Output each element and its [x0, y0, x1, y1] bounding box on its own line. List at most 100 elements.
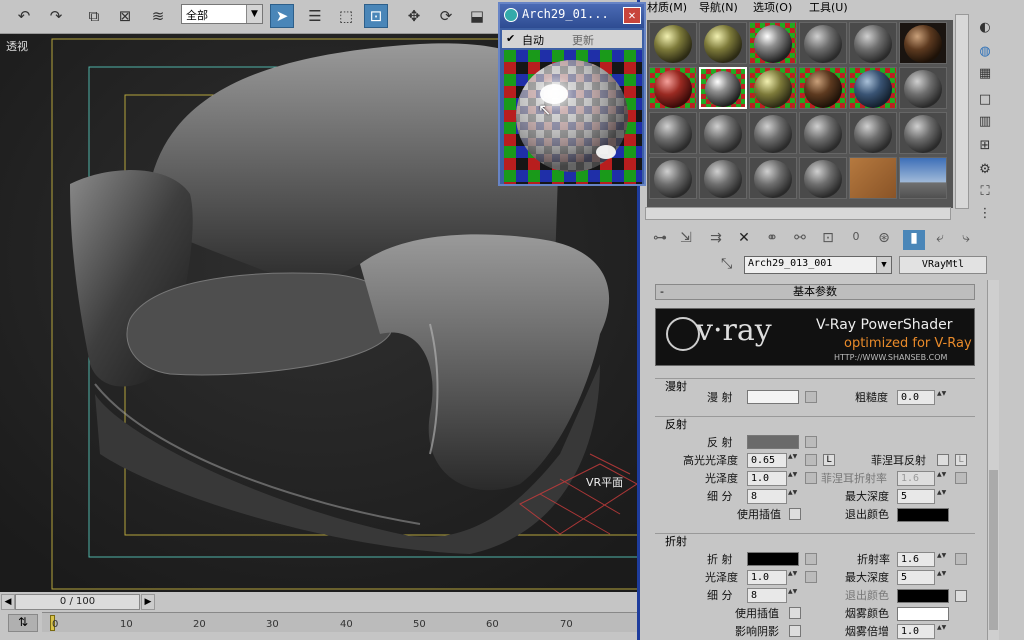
material-slot[interactable]	[849, 67, 897, 109]
link-icon[interactable]: ⧉	[82, 4, 106, 28]
params-scrollbar[interactable]	[987, 280, 999, 640]
select-by-material-icon[interactable]: ⛶	[976, 184, 994, 202]
reflect-color-swatch[interactable]	[747, 435, 799, 449]
spinner-arrows-icon[interactable]: ▲▼	[937, 390, 946, 405]
material-name-field[interactable]: Arch29_013_001 ▼	[744, 256, 892, 274]
material-slot[interactable]	[899, 67, 947, 109]
reset-map-icon[interactable]: ✕	[733, 230, 755, 250]
refl-max-depth-spinner[interactable]: 5	[897, 489, 935, 504]
spinner-arrows-icon[interactable]: ▲▼	[788, 453, 797, 468]
refl-interp-checkbox[interactable]	[789, 508, 801, 520]
material-slot[interactable]	[749, 112, 797, 154]
spinner-arrows-icon[interactable]: ▲▼	[937, 624, 946, 639]
material-slot[interactable]	[799, 112, 847, 154]
material-slot[interactable]	[799, 22, 847, 64]
refl-subdivs-spinner[interactable]: 8	[747, 489, 787, 504]
menu-utilities[interactable]: 工具(U)	[809, 0, 848, 15]
material-slot[interactable]	[849, 157, 897, 199]
slots-horizontal-scrollbar[interactable]	[645, 207, 951, 220]
copy-material-icon[interactable]: ⚭	[761, 230, 783, 250]
put-to-library-icon[interactable]: ⊡	[817, 230, 839, 250]
spinner-arrows-icon[interactable]: ▲▼	[937, 552, 946, 567]
fresnel-ior-map-button[interactable]	[955, 472, 967, 484]
put-to-scene-icon[interactable]: ⇲	[675, 230, 697, 250]
make-preview-icon[interactable]: ⊞	[976, 138, 994, 156]
make-unique-icon[interactable]: ⚯	[789, 230, 811, 250]
fog-mult-spinner[interactable]: 1.0	[897, 624, 935, 639]
spinner-arrows-icon[interactable]: ▲▼	[788, 588, 797, 603]
rectangle-selection-icon[interactable]: ⬚	[334, 4, 358, 28]
window-crossing-icon[interactable]: ⊡	[364, 4, 388, 28]
backlight-icon[interactable]: ◍	[976, 44, 994, 62]
material-slot[interactable]	[799, 67, 847, 109]
material-slot[interactable]	[849, 112, 897, 154]
menu-material[interactable]: 材质(M)	[647, 0, 687, 15]
prev-frame-icon[interactable]: ◀	[1, 594, 15, 610]
undo-icon[interactable]: ↶	[12, 4, 36, 28]
refr-exit-color-checkbox[interactable]	[955, 590, 967, 602]
material-type-button[interactable]: VRayMtl	[899, 256, 987, 274]
material-slot[interactable]	[699, 22, 747, 64]
options-icon[interactable]: ⚙	[976, 162, 994, 180]
go-forward-sibling-icon[interactable]: ⤷	[955, 230, 977, 250]
scrollbar-thumb[interactable]	[989, 470, 998, 630]
refr-max-depth-spinner[interactable]: 5	[897, 570, 935, 585]
spinner-arrows-icon[interactable]: ▲▼	[937, 570, 946, 585]
bind-space-warp-icon[interactable]: ≋	[146, 4, 170, 28]
hilight-gloss-spinner[interactable]: 0.65	[747, 453, 787, 468]
ior-map-button[interactable]	[955, 553, 967, 565]
material-slot[interactable]	[649, 22, 697, 64]
refr-exit-color-swatch[interactable]	[897, 589, 949, 603]
update-button[interactable]: 更新	[572, 32, 594, 48]
material-slot[interactable]	[799, 157, 847, 199]
material-slot[interactable]	[899, 112, 947, 154]
material-slot[interactable]	[899, 22, 947, 64]
refr-subdivs-spinner[interactable]: 8	[747, 588, 787, 603]
affect-shadows-checkbox[interactable]	[789, 625, 801, 637]
show-map-in-viewport-icon[interactable]: ⊛	[873, 230, 895, 250]
refr-interp-checkbox[interactable]	[789, 607, 801, 619]
move-icon[interactable]: ✥	[402, 4, 426, 28]
refract-color-swatch[interactable]	[747, 552, 799, 566]
material-effects-channel-icon[interactable]: 0	[845, 230, 867, 250]
material-slot[interactable]	[899, 157, 947, 199]
select-object-icon[interactable]: ➤	[270, 4, 294, 28]
spinner-arrows-icon[interactable]: ▲▼	[937, 489, 946, 504]
material-slot[interactable]	[749, 157, 797, 199]
selection-filter-dropdown[interactable]: 全部 ▼	[181, 4, 263, 24]
refl-exit-color-swatch[interactable]	[897, 508, 949, 522]
material-slot[interactable]	[849, 22, 897, 64]
fog-color-swatch[interactable]	[897, 607, 949, 621]
spinner-arrows-icon[interactable]: ▲▼	[937, 471, 946, 486]
unlink-icon[interactable]: ⊠	[113, 4, 137, 28]
spinner-arrows-icon[interactable]: ▲▼	[788, 471, 797, 486]
next-frame-icon[interactable]: ▶	[141, 594, 155, 610]
sample-type-icon[interactable]: ◐	[976, 20, 994, 38]
assign-to-selection-icon[interactable]: ⇉	[705, 230, 727, 250]
roughness-spinner[interactable]: 0.0	[897, 390, 935, 405]
refl-gloss-spinner[interactable]: 1.0	[747, 471, 787, 486]
close-icon[interactable]: ✕	[623, 7, 641, 24]
preview-titlebar[interactable]: Arch29_01... ✕	[500, 4, 644, 28]
slots-vertical-scrollbar[interactable]	[955, 14, 969, 209]
material-slot[interactable]	[649, 112, 697, 154]
pick-material-icon[interactable]: ⤡	[721, 256, 732, 272]
diffuse-color-swatch[interactable]	[747, 390, 799, 404]
material-slot[interactable]	[749, 22, 797, 64]
material-slot[interactable]	[749, 67, 797, 109]
material-slot-selected[interactable]	[699, 67, 747, 109]
reflect-map-button[interactable]	[805, 436, 817, 448]
menu-options[interactable]: 选项(O)	[753, 0, 792, 15]
track-bar[interactable]: 0 10 20 30 40 50 60 70	[42, 612, 637, 632]
refl-gloss-map-button[interactable]	[805, 472, 817, 484]
go-to-parent-icon[interactable]: ⤶	[929, 230, 951, 250]
rotate-icon[interactable]: ⟳	[434, 4, 458, 28]
auto-checkbox[interactable]: ✔	[506, 32, 515, 45]
scale-icon[interactable]: ⬓	[465, 4, 489, 28]
get-material-icon[interactable]: ⊶	[649, 230, 671, 250]
refr-gloss-map-button[interactable]	[805, 571, 817, 583]
fresnel-ior-spinner[interactable]: 1.6	[897, 471, 935, 486]
fresnel-lock-button[interactable]: L	[955, 454, 967, 466]
select-by-name-icon[interactable]: ☰	[303, 4, 327, 28]
diffuse-map-button[interactable]	[805, 391, 817, 403]
